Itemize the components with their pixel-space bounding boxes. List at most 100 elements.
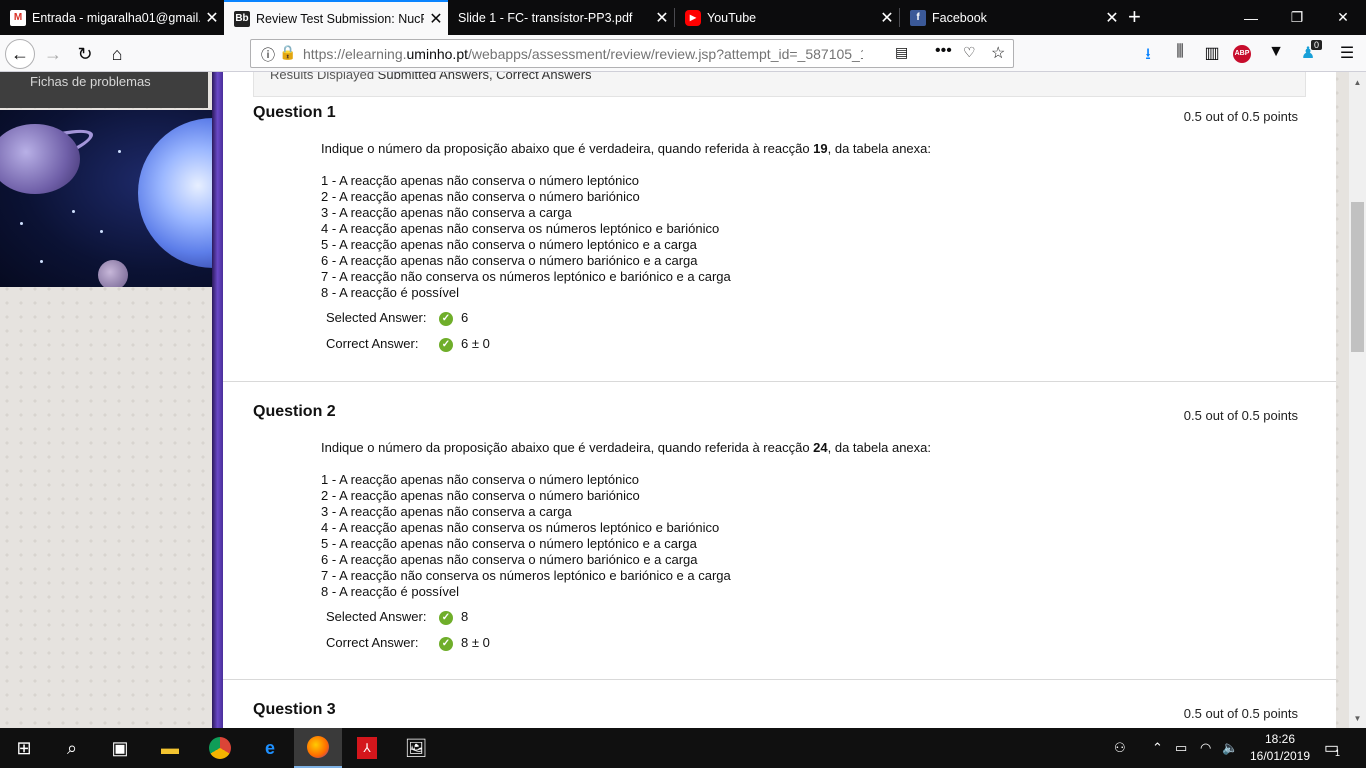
correct-answer-label: Correct Answer:: [326, 336, 419, 351]
tab-title: Facebook: [932, 10, 987, 25]
course-menu-item[interactable]: Fichas de problemas: [30, 74, 151, 89]
results-displayed-bar: Results Displayed Submitted Answers, Cor…: [253, 72, 1306, 97]
reload-button[interactable]: ↻: [70, 39, 100, 69]
star-shape: [20, 222, 23, 225]
small-planet-shape: [98, 260, 128, 287]
star-shape: [72, 210, 75, 213]
vertical-scrollbar[interactable]: ▲ ▼: [1349, 72, 1366, 728]
question-points: 0.5 out of 0.5 points: [1183, 706, 1298, 721]
extension-badge: 0: [1311, 40, 1323, 50]
question-divider: [223, 381, 1336, 382]
tab-title: YouTube: [707, 10, 757, 25]
close-window-icon[interactable]: ✕: [1320, 0, 1366, 35]
correct-answer-value: 6 ± 0: [461, 336, 490, 351]
windows-taskbar: ⊞ ⌕ ▣ ▬ e ⅄ 🖼 ⚇ ⌃ ▭ ◠ 🔈 18:26 16/01/2019…: [0, 728, 1366, 768]
file-explorer-icon[interactable]: ▬: [146, 728, 194, 768]
answer-option: 2 - A reacção apenas não conserva o núme…: [321, 189, 640, 204]
pocket-icon[interactable]: ♡: [963, 44, 976, 61]
navigation-bar: ← → ↻ ⌂ ⓘ 🔒 https://elearning.uminho.pt/…: [0, 35, 1366, 72]
back-button[interactable]: ←: [5, 39, 35, 69]
sidebar-icon[interactable]: ▥: [1201, 43, 1223, 63]
search-icon[interactable]: ⌕: [48, 728, 96, 768]
page-actions-icon[interactable]: •••: [935, 42, 952, 60]
close-icon[interactable]: ✕: [424, 9, 448, 29]
answer-option: 7 - A reacção não conserva os números le…: [321, 269, 731, 284]
firefox-icon[interactable]: [294, 728, 342, 768]
windows-start-icon[interactable]: ⊞: [0, 728, 48, 768]
tab-title: Entrada - migaralha01@gmail.c: [32, 10, 200, 25]
sidebar-purple-edge: [212, 72, 223, 728]
correct-check-icon: ✓: [439, 611, 453, 625]
people-icon[interactable]: ⚇: [1114, 740, 1126, 756]
answer-option: 6 - A reacção apenas não conserva o núme…: [321, 552, 698, 567]
scrollbar-thumb[interactable]: [1351, 202, 1364, 352]
question-title: Question 1: [253, 104, 336, 121]
library-icon[interactable]: ⫼: [1169, 43, 1191, 61]
notification-count: 1: [1335, 748, 1341, 758]
chrome-icon[interactable]: [196, 728, 244, 768]
close-icon[interactable]: ✕: [650, 8, 674, 28]
tab-gmail[interactable]: M Entrada - migaralha01@gmail.c ✕: [0, 0, 224, 35]
results-label: Results Displayed: [270, 72, 375, 82]
acrobat-icon[interactable]: ⅄: [343, 728, 391, 768]
close-icon[interactable]: ✕: [875, 8, 899, 28]
menu-icon[interactable]: ☰: [1336, 43, 1358, 63]
youtube-icon: ▶: [685, 9, 701, 26]
reader-view-icon[interactable]: ▤: [895, 44, 908, 61]
page-viewport: Fichas de problemas Results Displayed Su…: [0, 72, 1366, 728]
answer-option: 1 - A reacção apenas não conserva o núme…: [321, 472, 639, 487]
forward-button[interactable]: →: [38, 39, 68, 69]
photos-icon[interactable]: 🖼: [392, 728, 440, 768]
url-text[interactable]: https://elearning.uminho.pt/webapps/asse…: [303, 46, 863, 62]
close-icon[interactable]: ✕: [200, 8, 224, 28]
clock-date: 16/01/2019: [1249, 749, 1311, 763]
star-shape: [40, 260, 43, 263]
clock-time: 18:26: [1264, 732, 1296, 746]
home-button[interactable]: ⌂: [102, 39, 132, 69]
task-view-icon[interactable]: ▣: [96, 728, 144, 768]
answer-option: 5 - A reacção apenas não conserva o núme…: [321, 237, 697, 252]
blackboard-icon: Bb: [234, 10, 250, 27]
restore-icon[interactable]: ❐: [1274, 0, 1320, 35]
selected-answer-value: 6: [461, 310, 469, 325]
battery-icon[interactable]: ▭: [1175, 740, 1187, 756]
answer-option: 8 - A reacção é possível: [321, 285, 460, 300]
results-value: Submitted Answers, Correct Answers: [377, 72, 592, 82]
correct-check-icon: ✓: [439, 312, 453, 326]
bookmark-star-icon[interactable]: ☆: [991, 43, 1005, 63]
volume-icon[interactable]: 🔈: [1222, 740, 1238, 756]
scroll-down-icon[interactable]: ▼: [1349, 714, 1366, 723]
extension-icon[interactable]: ▼: [1265, 43, 1287, 61]
edge-icon[interactable]: e: [246, 728, 294, 768]
tab-title: Review Test Submission: NucPa: [256, 11, 424, 26]
question-title: Question 3: [253, 701, 336, 718]
close-icon[interactable]: ✕: [1100, 8, 1124, 28]
question-prompt: Indique o número da proposição abaixo qu…: [321, 141, 931, 156]
download-icon[interactable]: ⭳: [1137, 43, 1159, 70]
adblock-icon[interactable]: ABP: [1233, 45, 1251, 63]
answer-option: 3 - A reacção apenas não conserva a carg…: [321, 504, 572, 519]
lock-warning-icon[interactable]: 🔒: [279, 44, 296, 61]
tab-youtube[interactable]: ▶ YouTube ✕: [675, 0, 899, 35]
new-tab-icon[interactable]: +: [1128, 4, 1141, 30]
minimize-icon[interactable]: —: [1228, 0, 1274, 35]
url-bar[interactable]: ⓘ 🔒 https://elearning.uminho.pt/webapps/…: [250, 39, 1014, 68]
system-clock[interactable]: 18:26 16/01/2019: [1245, 731, 1315, 765]
star-shape: [118, 150, 121, 153]
info-icon[interactable]: ⓘ: [261, 45, 275, 65]
scroll-up-icon[interactable]: ▲: [1349, 78, 1366, 87]
selected-answer-value: 8: [461, 609, 469, 624]
wifi-icon[interactable]: ◠: [1200, 740, 1211, 756]
show-hidden-icons-icon[interactable]: ⌃: [1152, 740, 1163, 756]
tab-facebook[interactable]: f Facebook ✕: [900, 0, 1124, 35]
planet-shape: [0, 124, 80, 194]
correct-check-icon: ✓: [439, 338, 453, 352]
tab-slide-pdf[interactable]: Slide 1 - FC- transístor-PP3.pdf ✕: [448, 0, 674, 35]
selected-answer-label: Selected Answer:: [326, 310, 427, 325]
tab-title: Slide 1 - FC- transístor-PP3.pdf: [458, 10, 633, 25]
tab-review-test[interactable]: Bb Review Test Submission: NucPa ✕: [224, 0, 448, 35]
gmail-icon: M: [10, 9, 26, 26]
course-banner-image: [0, 110, 220, 287]
facebook-icon: f: [910, 9, 926, 26]
answer-option: 3 - A reacção apenas não conserva a carg…: [321, 205, 572, 220]
